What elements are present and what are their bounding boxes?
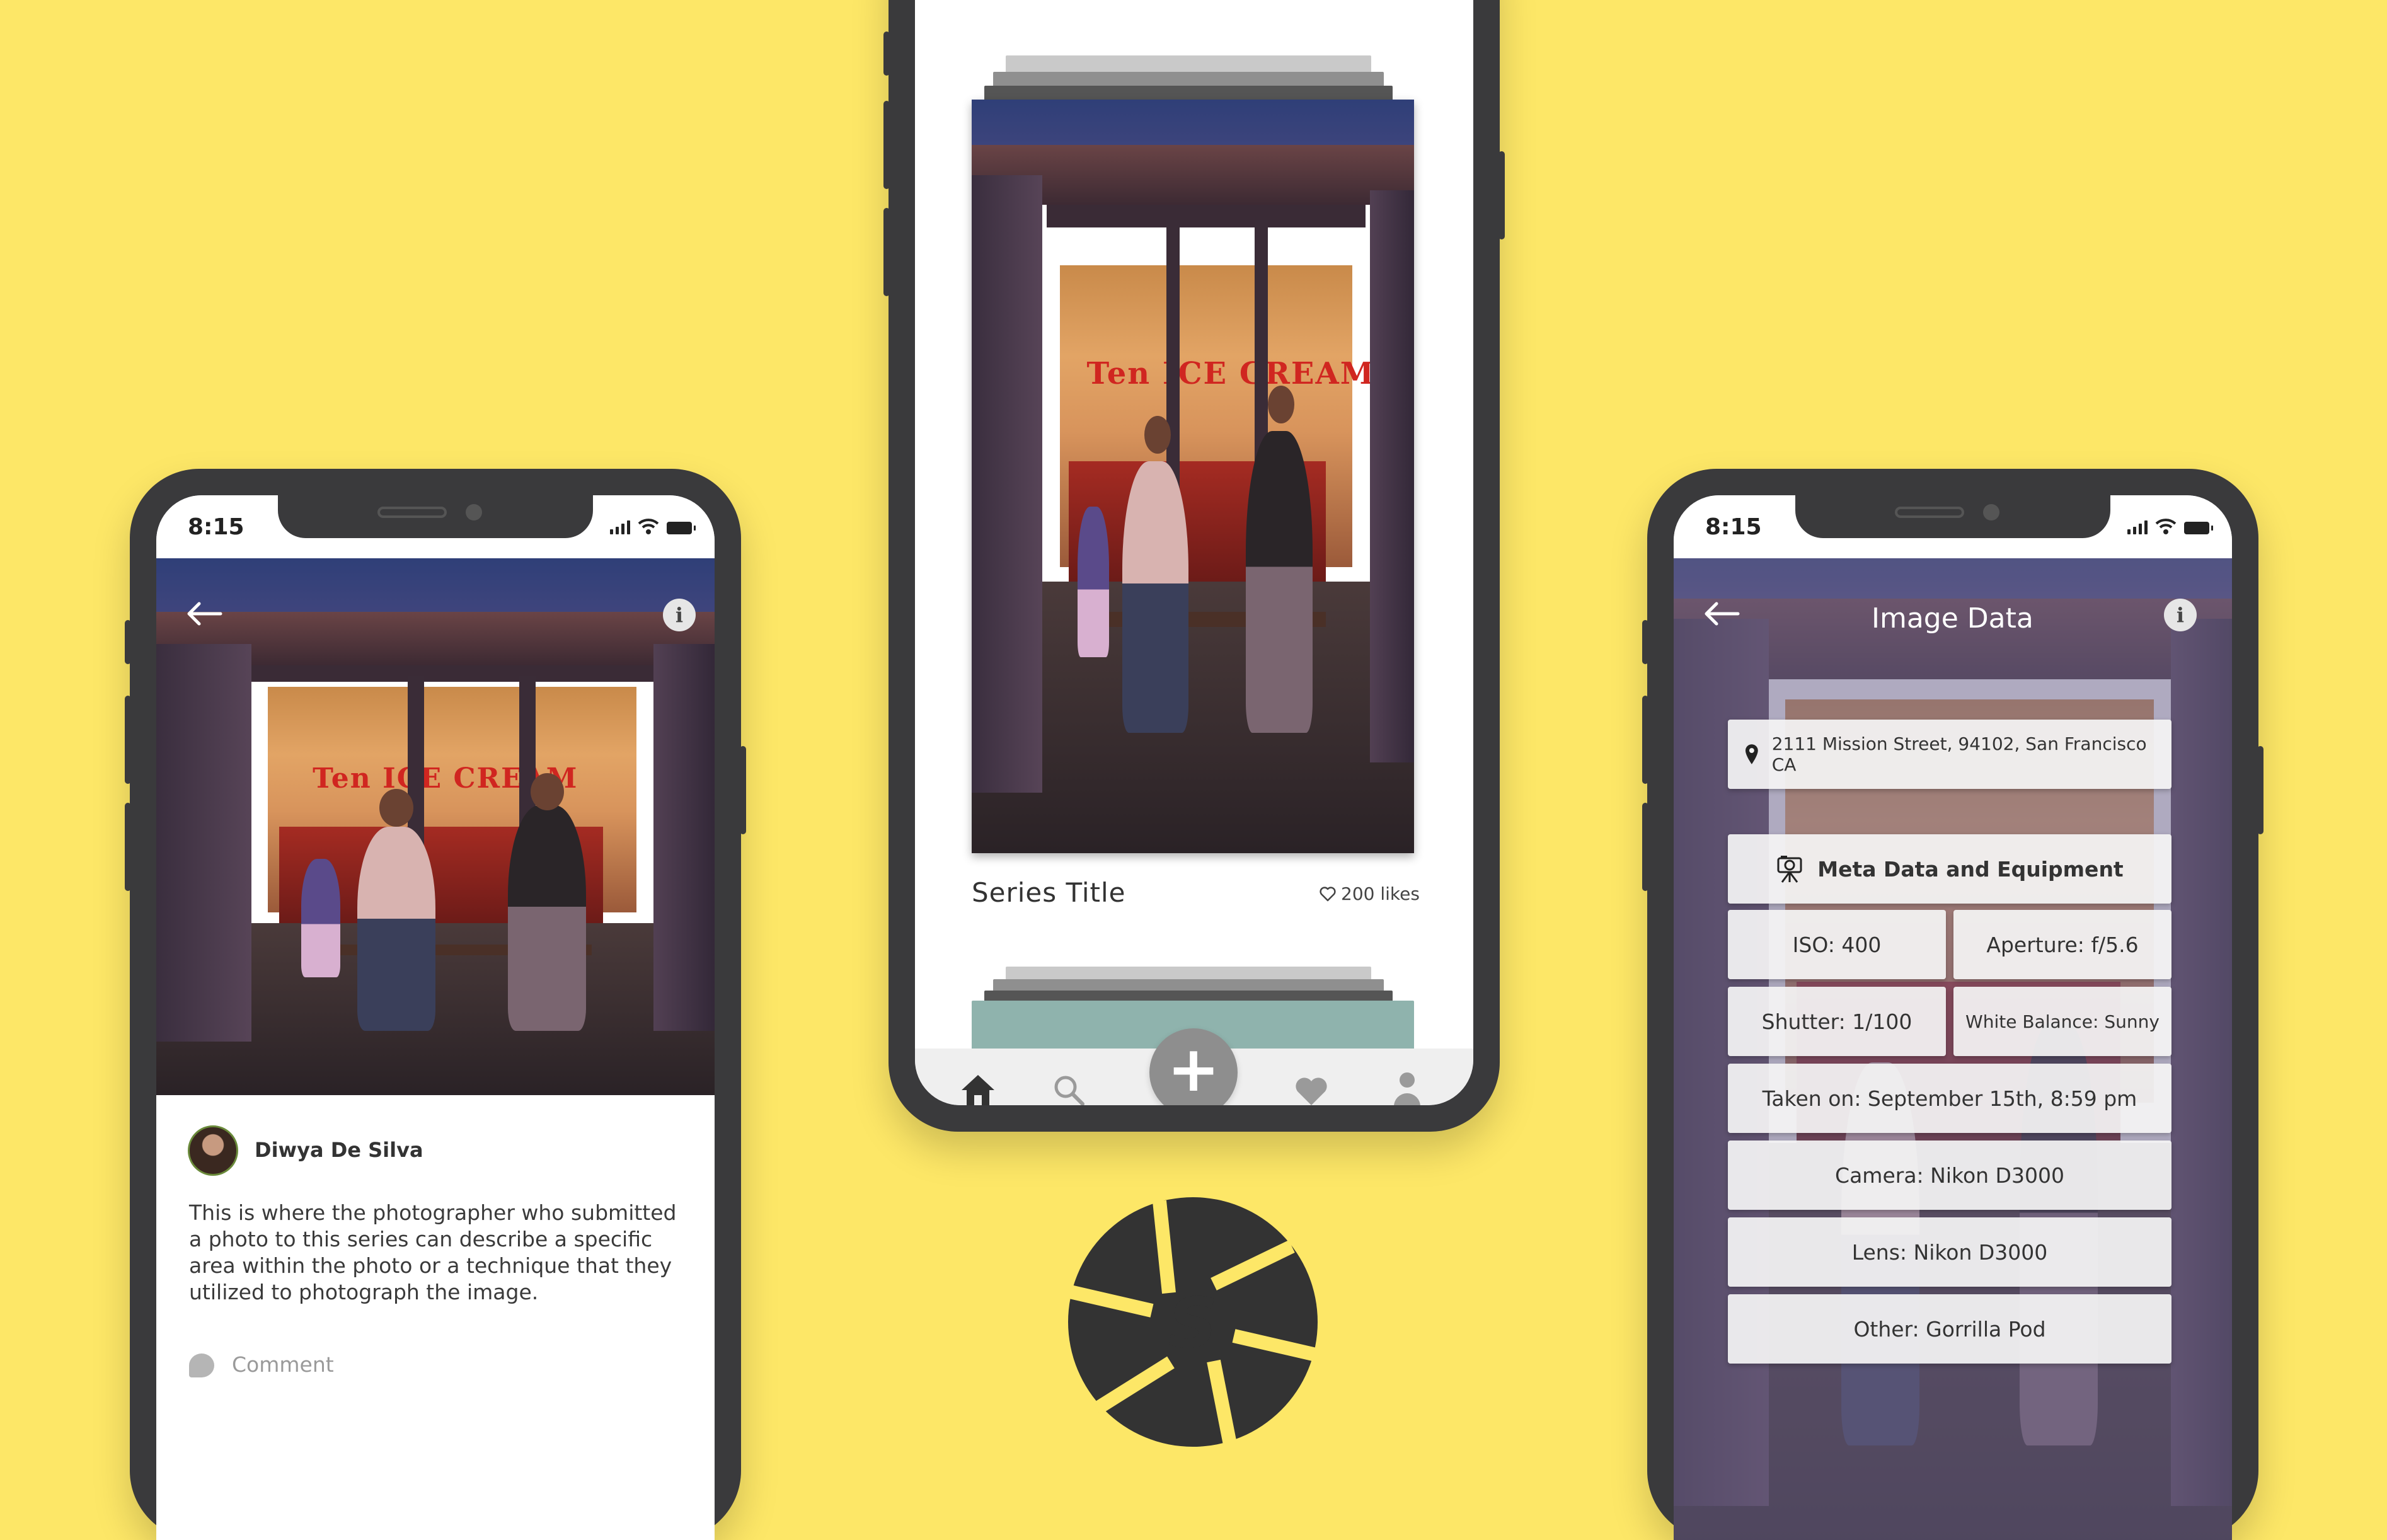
back-arrow-icon[interactable] xyxy=(1703,601,1740,626)
search-icon[interactable] xyxy=(1052,1074,1085,1105)
right-phone-side-button xyxy=(1642,620,1648,664)
likes-label: 200 likes xyxy=(1341,883,1420,904)
right-phone: 8:15 Image Data i 2111 Mission Street, 9… xyxy=(1642,469,2263,1540)
front-camera xyxy=(1983,504,1999,520)
page-title: Image Data xyxy=(1872,602,2033,635)
bottom-tab-bar: + xyxy=(915,1028,1473,1105)
left-phone-side-button xyxy=(125,620,131,664)
speaker xyxy=(377,507,447,518)
center-phone-side-button xyxy=(883,32,890,76)
shutter-aperture-logo: S xyxy=(1068,1197,1318,1447)
right-phone-volume-up xyxy=(1642,696,1648,784)
right-phone-screen: 8:15 Image Data i 2111 Mission Street, 9… xyxy=(1674,495,2232,1540)
left-phone-power-button xyxy=(740,746,746,834)
back-arrow-icon[interactable] xyxy=(185,601,223,626)
comment-button[interactable]: Comment xyxy=(232,1352,334,1377)
status-time: 8:15 xyxy=(188,514,244,540)
center-phone: Ten ICE CREAM Series Title 200 likes + xyxy=(883,0,1505,1132)
iso-field: ISO: 400 xyxy=(1728,910,1946,979)
status-time: 8:15 xyxy=(1705,514,1762,540)
heart-outline-icon xyxy=(1320,886,1336,901)
comment-icon[interactable] xyxy=(189,1353,214,1377)
series-cover-photo[interactable]: Ten ICE CREAM xyxy=(972,100,1414,853)
front-camera xyxy=(466,504,482,520)
shutter-field: Shutter: 1/100 xyxy=(1728,987,1946,1056)
status-icons xyxy=(2127,518,2213,534)
signal-icon xyxy=(2127,519,2148,534)
speaker xyxy=(1895,507,1964,518)
location-panel[interactable]: 2111 Mission Street, 94102, San Francisc… xyxy=(1728,720,2171,789)
series-photo: Ten ICE CREAM xyxy=(156,558,715,1095)
info-icon[interactable]: i xyxy=(663,599,696,631)
address-text: 2111 Mission Street, 94102, San Francisc… xyxy=(1771,733,2147,775)
battery-icon xyxy=(2184,522,2213,534)
logo-letter: S xyxy=(1168,1283,1217,1364)
other-field: Other: Gorrilla Pod xyxy=(1728,1294,2171,1364)
right-phone-power-button xyxy=(2257,746,2263,834)
left-phone-volume-up xyxy=(125,696,131,784)
center-phone-power-button xyxy=(1498,151,1505,239)
signal-icon xyxy=(610,519,630,534)
center-phone-screen: Ten ICE CREAM Series Title 200 likes + xyxy=(915,0,1473,1105)
author-name[interactable]: Diwya De Silva xyxy=(255,1138,423,1162)
home-icon[interactable] xyxy=(959,1072,997,1105)
lens-field: Lens: Nikon D3000 xyxy=(1728,1217,2171,1287)
center-phone-volume-up xyxy=(883,101,890,189)
notch xyxy=(278,495,593,538)
metadata-heading: Meta Data and Equipment xyxy=(1728,834,2171,904)
photo-description: This is where the photographer who submi… xyxy=(189,1200,677,1304)
white-balance-field: White Balance: Sunny xyxy=(1953,987,2171,1056)
status-icons xyxy=(610,518,696,534)
location-pin-icon xyxy=(1745,744,1758,764)
camera-tripod-icon xyxy=(1777,856,1802,883)
metadata-heading-text: Meta Data and Equipment xyxy=(1817,856,2124,882)
aperture-field: Aperture: f/5.6 xyxy=(1953,910,2171,979)
author-avatar[interactable] xyxy=(188,1125,238,1176)
info-icon[interactable]: i xyxy=(2164,599,2197,631)
photo-sign-text: Ten ICE CREAM xyxy=(1086,355,1375,391)
center-phone-volume-down xyxy=(883,208,890,296)
wifi-icon xyxy=(638,519,659,534)
likes-count[interactable]: 200 likes xyxy=(1320,883,1420,904)
battery-icon xyxy=(667,522,696,534)
series-title[interactable]: Series Title xyxy=(972,877,1126,908)
camera-field: Camera: Nikon D3000 xyxy=(1728,1141,2171,1210)
left-phone-screen: 8:15 Ten ICE CREAM i Diwya De Silva This… xyxy=(156,495,715,1540)
taken-on-field: Taken on: September 15th, 8:59 pm xyxy=(1728,1064,2171,1133)
wifi-icon xyxy=(2155,519,2177,534)
person-icon[interactable] xyxy=(1393,1071,1422,1105)
notch xyxy=(1795,495,2110,538)
heart-icon[interactable] xyxy=(1294,1076,1328,1105)
right-phone-volume-down xyxy=(1642,803,1648,891)
left-phone-volume-down xyxy=(125,803,131,891)
left-phone: 8:15 Ten ICE CREAM i Diwya De Silva This… xyxy=(125,469,746,1540)
